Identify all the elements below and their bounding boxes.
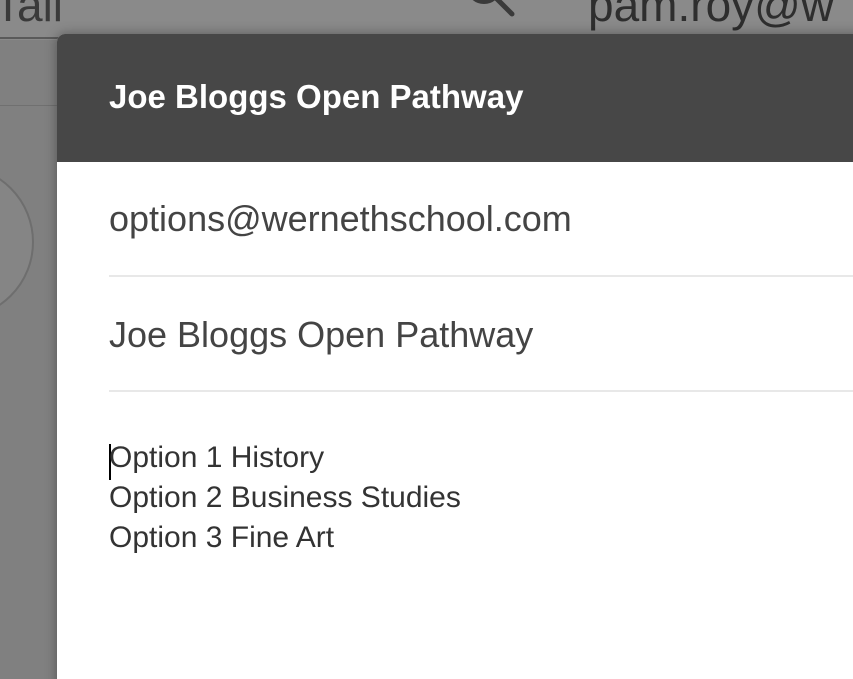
search-icon xyxy=(462,0,522,20)
screen: Tall pam.roy@w Joe Bloggs Open Pathway o… xyxy=(0,0,853,679)
compose-dialog: Joe Bloggs Open Pathway options@werneths… xyxy=(57,34,853,679)
background-email: pam.roy@w xyxy=(588,0,835,31)
divider xyxy=(109,390,853,392)
body-line: Option 2 Business Studies xyxy=(109,481,461,514)
dialog-header: Joe Bloggs Open Pathway xyxy=(57,34,853,162)
subject-field[interactable]: Joe Bloggs Open Pathway xyxy=(109,314,853,356)
message-body[interactable]: Option 1 History Option 2 Business Studi… xyxy=(109,438,853,678)
background-divider xyxy=(0,105,60,106)
recipient-field[interactable]: options@wernethschool.com xyxy=(109,198,853,240)
dialog-title: Joe Bloggs Open Pathway xyxy=(109,78,524,115)
body-line: Option 1 History xyxy=(109,441,325,474)
background-label: Tall xyxy=(0,0,64,31)
divider xyxy=(109,275,853,277)
body-line: Option 3 Fine Art xyxy=(109,521,335,554)
